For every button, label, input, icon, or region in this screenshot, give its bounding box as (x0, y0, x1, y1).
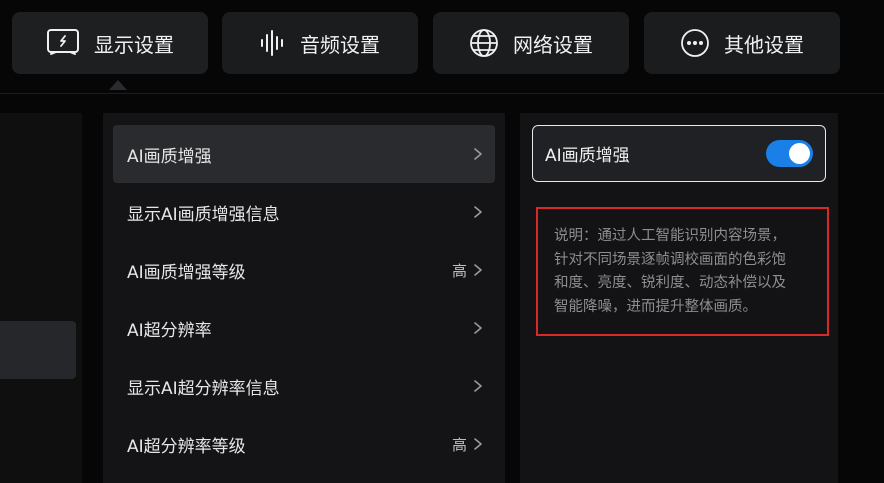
description-line: 说明：通过人工智能识别内容场景， (554, 228, 786, 244)
menu-item-label: AI画质增强 (127, 146, 212, 167)
settings-menu: AI画质增强 显示AI画质增强信息 AI画质增强等级 高 AI超分辨率 显示AI… (103, 113, 505, 483)
menu-item-show-ai-enhance-info[interactable]: 显示AI画质增强信息 (113, 183, 495, 241)
chevron-right-icon (473, 379, 483, 393)
menu-item-label: AI超分辨率 (127, 320, 212, 341)
description-line: 智能降噪，进而提升整体画质。 (554, 298, 757, 315)
menu-item-label: 显示AI画质增强信息 (127, 204, 280, 225)
globe-icon (469, 28, 499, 58)
menu-item-show-super-resolution-info[interactable]: 显示AI超分辨率信息 (113, 357, 495, 415)
menu-item-value: 高 (451, 261, 467, 280)
chevron-right-icon (473, 321, 483, 335)
detail-panel: AI画质增强 说明：通过人工智能识别内容场景， 针对不同场景逐帧调校画面的色彩饱… (520, 113, 838, 483)
tab-label: 网络设置 (513, 32, 593, 57)
left-category-panel (0, 113, 82, 483)
active-tab-pointer (109, 80, 127, 90)
tab-label: 显示设置 (94, 32, 174, 57)
chevron-right-icon (473, 263, 483, 277)
tab-label: 其他设置 (724, 32, 804, 57)
tab-audio-settings[interactable]: 音频设置 (222, 12, 418, 74)
chevron-right-icon (473, 205, 483, 219)
ai-enhance-toggle-row[interactable]: AI画质增强 (532, 125, 826, 182)
menu-item-label: 显示AI超分辨率信息 (127, 378, 280, 399)
display-settings-icon (46, 28, 80, 58)
left-category-selected-item[interactable] (0, 321, 76, 379)
menu-item-ai-enhance-level[interactable]: AI画质增强等级 高 (113, 241, 495, 299)
description-line: 和度、亮度、锐利度、动态补偿以及 (554, 275, 786, 291)
menu-item-ai-super-resolution[interactable]: AI超分辨率 (113, 299, 495, 357)
audio-wave-icon (260, 29, 286, 57)
menu-item-label: AI超分辨率等级 (127, 436, 246, 457)
description-box: 说明：通过人工智能识别内容场景， 针对不同场景逐帧调校画面的色彩饱 和度、亮度、… (536, 207, 829, 336)
more-dots-icon (680, 28, 710, 58)
tab-display-settings[interactable]: 显示设置 (12, 12, 208, 74)
tab-label: 音频设置 (300, 32, 380, 57)
description-line: 针对不同场景逐帧调校画面的色彩饱 (554, 251, 786, 268)
tab-other-settings[interactable]: 其他设置 (644, 12, 840, 74)
settings-screen: 显示设置 音频设置 网络设置 其他设置 AI画质增强 显示AI画质增强信息 AI… (0, 0, 884, 483)
header-divider (0, 93, 884, 94)
menu-item-value: 高 (451, 435, 467, 454)
menu-item-ai-picture-enhance[interactable]: AI画质增强 (113, 125, 495, 183)
chevron-right-icon (473, 147, 483, 161)
chevron-right-icon (473, 437, 483, 451)
toggle-switch[interactable] (766, 140, 813, 167)
tab-network-settings[interactable]: 网络设置 (433, 12, 629, 74)
toggle-knob (789, 143, 810, 164)
menu-item-super-resolution-level[interactable]: AI超分辨率等级 高 (113, 415, 495, 473)
toggle-label: AI画质增强 (545, 146, 630, 166)
menu-item-label: AI画质增强等级 (127, 262, 246, 283)
